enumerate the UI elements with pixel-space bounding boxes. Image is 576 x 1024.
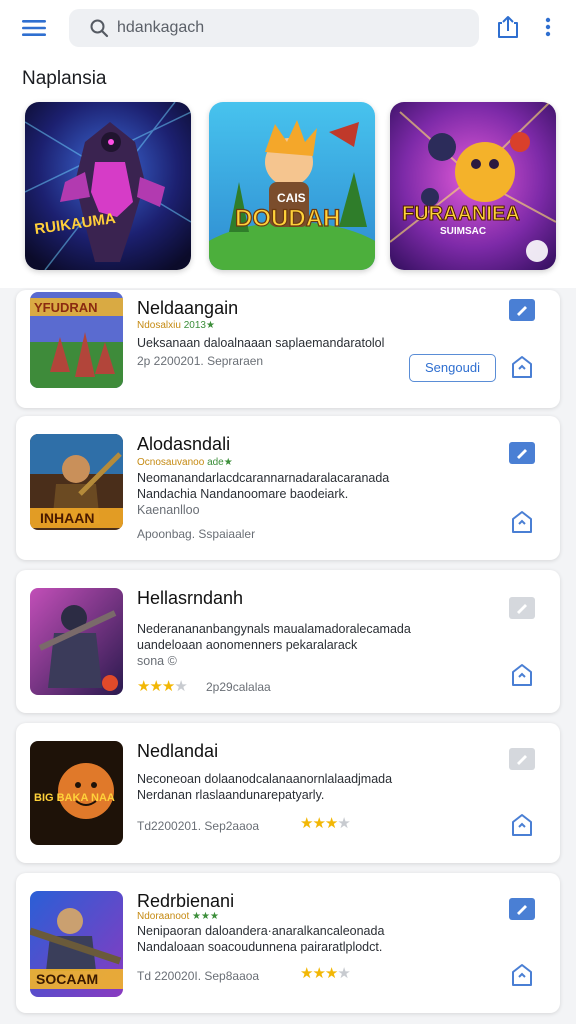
description-line: Ueksanaan daloalnaaan saplaemandaratolol xyxy=(137,336,385,350)
rating-line: Ocnosauvanoo ade★ xyxy=(137,457,233,468)
app-description: Nenipaoran daloandera·anaralkancaleonada… xyxy=(137,923,437,955)
app-thumbnail[interactable]: SOCAAM xyxy=(30,891,123,997)
featured-card[interactable]: RUIKAUMA xyxy=(25,102,191,270)
description-line: Neconeoan dolaanodcalanaanornlalaadjmada xyxy=(137,772,393,786)
description-line: Nandachia Nandanoomare baodeiark. xyxy=(137,487,349,501)
more-vertical-icon[interactable] xyxy=(538,14,558,42)
star-rating: ★★★★ xyxy=(300,965,351,982)
featured-art-text: DOUDAH xyxy=(235,205,340,232)
bookmark-icon[interactable] xyxy=(509,442,535,464)
search-icon xyxy=(89,18,109,38)
app-card[interactable]: SOCAAM Redrbienani Ndoraanoot ★★★ Nenipa… xyxy=(16,873,560,1013)
featured-art-small-text: SUIMSAC xyxy=(440,226,486,237)
description-line: sona © xyxy=(137,654,177,668)
thumbnail-art-text: BIG BAKA NAA xyxy=(34,792,115,804)
app-meta: Td 220020I. Sep8aaoa xyxy=(137,969,260,983)
bookmark-icon[interactable] xyxy=(509,597,535,619)
search-bar[interactable]: hdankagach xyxy=(69,9,479,47)
hamburger-menu-icon[interactable] xyxy=(20,14,48,42)
store-icon[interactable] xyxy=(509,962,535,988)
store-icon[interactable] xyxy=(509,354,535,380)
app-title[interactable]: Alodasndali xyxy=(137,434,230,455)
featured-art-text: FURAANIEA xyxy=(402,203,520,225)
featured-card[interactable]: FURAANIEA SUIMSAC xyxy=(390,102,556,270)
description-line: uandeloaan aonomenners pekaralarack xyxy=(137,638,358,652)
app-meta: Apoonbag. Sspaiaaler xyxy=(137,527,256,541)
app-title[interactable]: Neldaangain xyxy=(137,298,238,319)
install-button[interactable]: Sengoudi xyxy=(409,354,496,382)
app-meta: Td2200201. Sep2aaoa xyxy=(137,819,260,833)
app-meta: 2p 2200201. Sepraraen xyxy=(137,354,264,368)
app-description: Nederanananbangynals maualamadoralecamad… xyxy=(137,621,437,669)
bookmark-icon[interactable] xyxy=(509,898,535,920)
app-card[interactable]: INHAAN Alodasndali Ocnosauvanoo ade★ Neo… xyxy=(16,416,560,560)
app-thumbnail[interactable] xyxy=(30,588,123,695)
featured-section: Naplansia RUIKAUMA CAIS DOUDAH FURAANIEA… xyxy=(0,56,576,288)
star-rating: ★★★★ xyxy=(300,815,351,832)
store-icon[interactable] xyxy=(509,812,535,838)
app-title[interactable]: Hellasrndanh xyxy=(137,588,243,609)
app-thumbnail[interactable]: YFUDRAN xyxy=(30,292,123,388)
description-line: Neomanandarlacdcarannarnadaralacaranada xyxy=(137,471,390,485)
app-card[interactable]: BIG BAKA NAA Nedlandai Neconeoan dolaano… xyxy=(16,723,560,863)
store-icon[interactable] xyxy=(509,662,535,688)
app-card[interactable]: YFUDRAN Neldaangain Ndosalxiu 2013★ Ueks… xyxy=(16,290,560,408)
share-icon[interactable] xyxy=(496,13,520,41)
featured-art-small-text: CAIS xyxy=(277,191,306,205)
app-meta: 2p29calalaa xyxy=(206,680,271,694)
store-icon[interactable] xyxy=(509,509,535,535)
description-line: Nandaloaan soacoudunnena pairaratlplodct… xyxy=(137,940,383,954)
rating-tag: Ndoraanoot xyxy=(137,911,190,922)
app-title[interactable]: Redrbienani xyxy=(137,891,234,912)
search-input[interactable]: hdankagach xyxy=(117,19,204,37)
bookmark-icon[interactable] xyxy=(509,748,535,770)
app-thumbnail[interactable]: INHAAN xyxy=(30,434,123,530)
rating-text: ade★ xyxy=(207,457,233,468)
bookmark-icon[interactable] xyxy=(509,299,535,321)
app-card[interactable]: Hellasrndanh Nederanananbangynals mauala… xyxy=(16,570,560,713)
app-description: Neconeoan dolaanodcalanaanornlalaadjmada… xyxy=(137,771,437,803)
rating-line: Ndoraanoot ★★★ xyxy=(137,911,219,922)
featured-card[interactable]: CAIS DOUDAH xyxy=(209,102,375,270)
rating-tag: Ocnosauvanoo xyxy=(137,457,205,468)
description-line: Kaenanlloo xyxy=(137,503,200,517)
description-line: Nenipaoran daloandera·anaralkancaleonada xyxy=(137,924,385,938)
section-title: Naplansia xyxy=(22,68,107,89)
rating-line: Ndosalxiu 2013★ xyxy=(137,320,215,331)
app-description: Neomanandarlacdcarannarnadaralacaranada … xyxy=(137,470,437,518)
rating-text: 2013★ xyxy=(183,320,215,331)
star-rating: ★★★★ xyxy=(137,678,188,695)
thumbnail-art-text: YFUDRAN xyxy=(34,300,98,315)
app-title[interactable]: Nedlandai xyxy=(137,741,218,762)
top-app-bar: hdankagach xyxy=(0,0,576,56)
thumbnail-art-text: INHAAN xyxy=(40,510,94,526)
app-description: Ueksanaan daloalnaaan saplaemandaratolol xyxy=(137,335,437,351)
description-line: Nerdanan rlaslaandunarepatyarly. xyxy=(137,788,325,802)
app-thumbnail[interactable]: BIG BAKA NAA xyxy=(30,741,123,845)
rating-text: ★★★ xyxy=(192,911,219,922)
thumbnail-art-text: SOCAAM xyxy=(36,971,98,987)
rating-tag: Ndosalxiu xyxy=(137,320,181,331)
description-line: Nederanananbangynals maualamadoralecamad… xyxy=(137,622,411,636)
